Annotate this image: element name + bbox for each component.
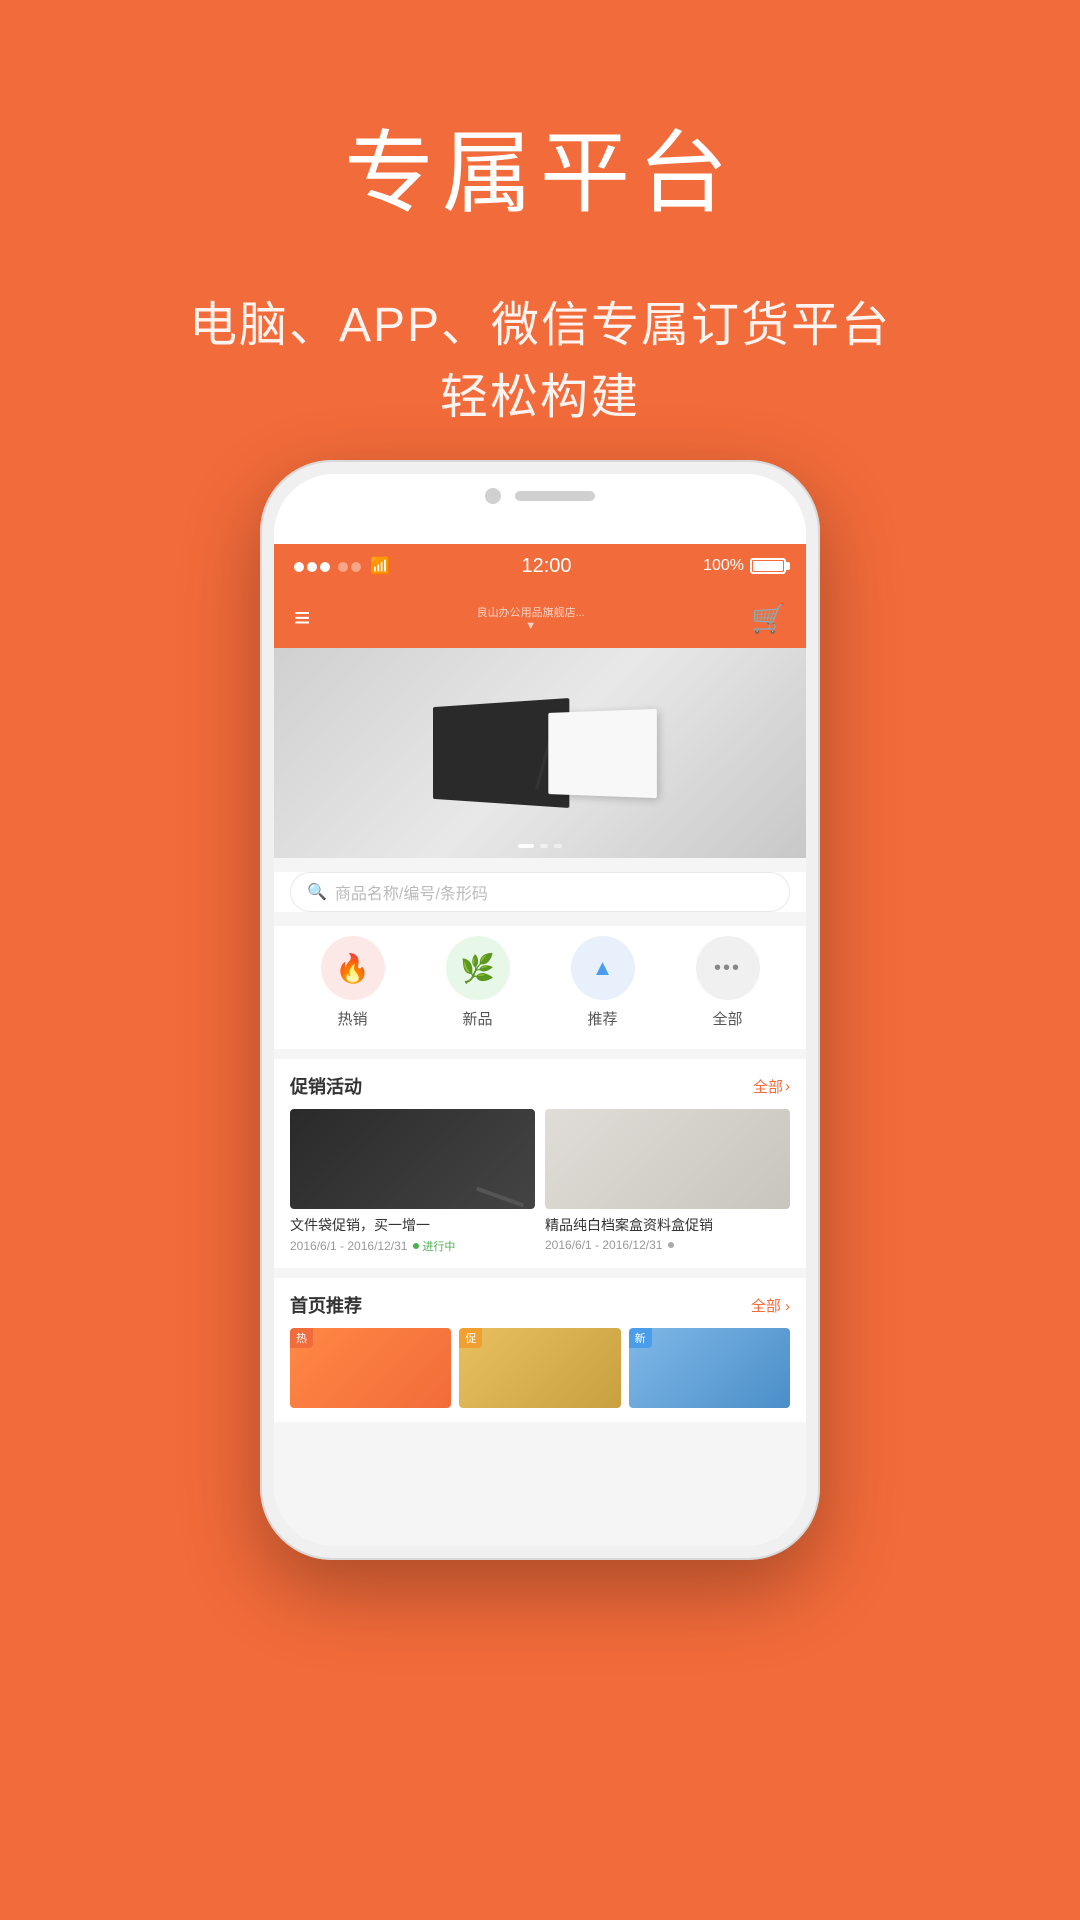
recs-title: 首页推荐 xyxy=(290,1292,362,1318)
rec-item-1[interactable]: 热 xyxy=(290,1328,451,1408)
rec-img-1: 热 xyxy=(290,1328,451,1408)
promo-title-1: 文件袋促销，买一增一 xyxy=(290,1215,535,1235)
cart-icon[interactable]: 🛒 xyxy=(751,602,786,635)
promo-meta-2: 2016/6/1 - 2016/12/31 xyxy=(545,1238,790,1252)
banner[interactable] xyxy=(274,648,806,858)
banner-indicators xyxy=(518,844,562,848)
promo-status-1: 进行中 xyxy=(413,1238,455,1254)
hero-title: 专属平台 xyxy=(0,100,1080,230)
status-left: 📶 xyxy=(294,556,390,577)
banner-dot-2 xyxy=(540,844,548,848)
product-image-white xyxy=(548,708,657,797)
category-all-label: 全部 xyxy=(712,1008,742,1029)
hot-icon: 🔥 xyxy=(321,936,385,1000)
promotions-title: 促销活动 xyxy=(290,1073,362,1099)
search-bar[interactable]: 🔍 商品名称/编号/条形码 xyxy=(290,872,790,912)
promo-status-dot-2 xyxy=(668,1242,674,1248)
rec-img-3: 新 xyxy=(629,1328,790,1408)
promo-card-1[interactable]: 文件袋促销，买一增一 2016/6/1 - 2016/12/31 进行中 xyxy=(290,1109,535,1254)
rec-img-2: 促 xyxy=(459,1328,620,1408)
category-rec[interactable]: ▲ 推荐 xyxy=(571,936,635,1029)
chevron-right-icon: › xyxy=(785,1078,790,1095)
badge-hot: 热 xyxy=(290,1328,313,1348)
menu-icon[interactable]: ≡ xyxy=(294,602,310,634)
promotions-more[interactable]: 全部 › xyxy=(753,1076,790,1097)
app-screen: 📶 12:00 100% ≡ 良山办公用品旗舰店... ▼ xyxy=(274,544,806,1546)
phone-camera xyxy=(485,488,501,504)
category-all[interactable]: ••• 全部 xyxy=(696,936,760,1029)
phone-earpiece xyxy=(515,491,595,501)
banner-dot-1 xyxy=(518,844,534,848)
category-hot[interactable]: 🔥 热销 xyxy=(321,936,385,1029)
phone-speaker xyxy=(485,488,595,504)
categories: 🔥 热销 🌿 新品 ▲ 推荐 xyxy=(274,926,806,1049)
signal-dots xyxy=(294,556,364,577)
recs-header: 首页推荐 全部 › xyxy=(274,1278,806,1328)
status-time: 12:00 xyxy=(521,555,571,578)
hero-section: 专属平台 电脑、APP、微信专属订货平台 轻松构建 xyxy=(0,0,1080,434)
category-rec-label: 推荐 xyxy=(587,1008,617,1029)
status-right: 100% xyxy=(703,557,786,575)
promotions-header: 促销活动 全部 › xyxy=(274,1059,806,1109)
hero-subtitle: 电脑、APP、微信专属订货平台 轻松构建 xyxy=(0,290,1080,434)
header-title: 良山办公用品旗舰店... ▼ xyxy=(310,604,751,632)
promo-grid: 文件袋促销，买一增一 2016/6/1 - 2016/12/31 进行中 精品纯… xyxy=(274,1109,806,1268)
chevron-down-icon: ▼ xyxy=(525,620,536,632)
phone-mockup: 📶 12:00 100% ≡ 良山办公用品旗舰店... ▼ xyxy=(260,460,820,1580)
search-placeholder-text: 商品名称/编号/条形码 xyxy=(335,880,488,904)
battery-label: 100% xyxy=(703,557,744,575)
promo-card-2[interactable]: 精品纯白档案盒资料盒促销 2016/6/1 - 2016/12/31 xyxy=(545,1109,790,1254)
recs-more[interactable]: 全部 › xyxy=(751,1295,790,1316)
rec-item-2[interactable]: 促 xyxy=(459,1328,620,1408)
banner-dot-3 xyxy=(554,844,562,848)
category-new[interactable]: 🌿 新品 xyxy=(446,936,510,1029)
status-bar: 📶 12:00 100% xyxy=(274,544,806,588)
promo-title-2: 精品纯白档案盒资料盒促销 xyxy=(545,1215,790,1235)
all-icon: ••• xyxy=(696,936,760,1000)
phone-inner: 📶 12:00 100% ≡ 良山办公用品旗舰店... ▼ xyxy=(274,474,806,1546)
rec-item-3[interactable]: 新 xyxy=(629,1328,790,1408)
recs-section: 首页推荐 全部 › 热 促 xyxy=(274,1278,806,1422)
category-new-label: 新品 xyxy=(462,1008,492,1029)
rec-icon: ▲ xyxy=(571,936,635,1000)
recs-items: 热 促 新 xyxy=(274,1328,806,1422)
promo-img-1 xyxy=(290,1109,535,1209)
wifi-icon: 📶 xyxy=(370,556,390,576)
badge-promo: 促 xyxy=(459,1328,482,1348)
category-hot-label: 热销 xyxy=(337,1008,367,1029)
banner-product xyxy=(425,703,655,803)
battery-icon xyxy=(750,558,786,574)
app-header: ≡ 良山办公用品旗舰店... ▼ 🛒 xyxy=(274,588,806,648)
badge-new: 新 xyxy=(629,1328,652,1348)
phone-outer: 📶 12:00 100% ≡ 良山办公用品旗舰店... ▼ xyxy=(260,460,820,1560)
promo-meta-1: 2016/6/1 - 2016/12/31 进行中 xyxy=(290,1238,535,1254)
promo-img-2 xyxy=(545,1109,790,1209)
search-icon: 🔍 xyxy=(307,882,327,902)
new-icon: 🌿 xyxy=(446,936,510,1000)
